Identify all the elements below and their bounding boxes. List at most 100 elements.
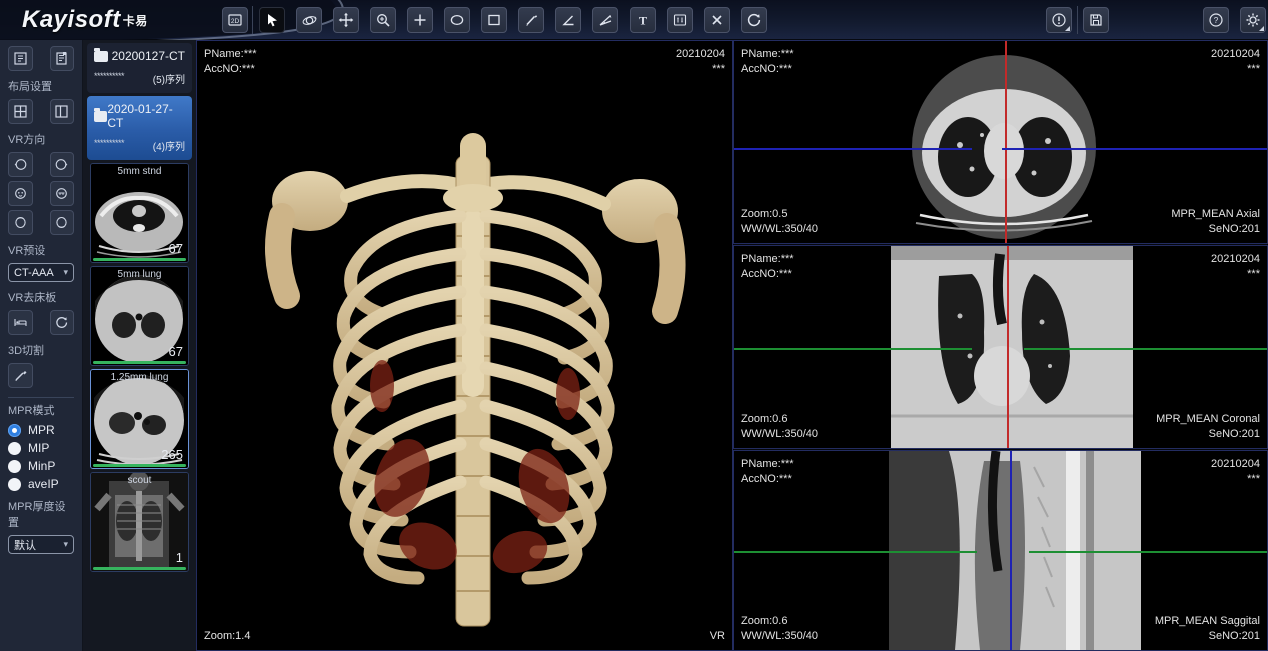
mpr-thickness-select[interactable]: 默认 ▾: [8, 535, 74, 554]
app-logo: Kayisoft卡易: [22, 6, 148, 34]
sagittal-crosshair-vertical-blue[interactable]: [1010, 451, 1012, 650]
radio-label: aveIP: [28, 477, 59, 491]
axial-zoom: Zoom:0.5: [741, 207, 818, 222]
bed-icon: [13, 315, 28, 330]
mpr-axial-viewport[interactable]: PName:*** AccNO:*** 20210204 *** Zoom:0.…: [733, 40, 1268, 244]
series-thumbnail-1-25mm-lung[interactable]: 1.25mm lung 265: [90, 369, 189, 469]
vr-head-right-button[interactable]: [50, 152, 75, 177]
axial-accno: AccNO:***: [741, 62, 794, 77]
study-patient-masked: **********: [94, 138, 124, 153]
axial-crosshair-horizontal-blue-left[interactable]: [734, 148, 972, 150]
sagittal-study-overlay: 20210204 ***: [1211, 457, 1260, 487]
rotate-3d-tool-button[interactable]: [296, 7, 322, 33]
2d-view-tool-button[interactable]: 2D: [222, 7, 248, 33]
cobb-angle-tool-button[interactable]: [592, 7, 618, 33]
vr-head-anterior-button[interactable]: [8, 181, 33, 206]
series-thumbnail-5mm-stnd[interactable]: 5mm stnd 67: [90, 163, 189, 263]
vr-pname: PName:***: [204, 47, 257, 62]
pan-tool-button[interactable]: [333, 7, 359, 33]
mpr-mode-radio-mpr[interactable]: MPR: [8, 423, 74, 437]
thumbnail-label: 1.25mm lung: [91, 372, 188, 383]
scalpel-tool-button[interactable]: [8, 363, 33, 388]
coronal-crosshair-horizontal-green-left[interactable]: [734, 348, 972, 350]
axial-crosshair-vertical-red[interactable]: [1005, 41, 1007, 243]
thumbnail-progress-bar: [93, 258, 186, 261]
pencil-tool-button[interactable]: [518, 7, 544, 33]
layout-1x2-button[interactable]: [50, 99, 75, 124]
study-patient-masked: **********: [94, 71, 124, 86]
axial-patient-overlay: PName:*** AccNO:***: [741, 47, 794, 77]
sagittal-series-overlay: MPR_MEAN Saggital SeNO:201: [1155, 614, 1260, 644]
layout-1x1-button[interactable]: [8, 46, 33, 71]
cursor-tool-button[interactable]: [259, 7, 285, 33]
save-tool-button[interactable]: [1083, 7, 1109, 33]
cursor-icon: [264, 12, 280, 28]
thumbnail-label: scout: [91, 475, 188, 486]
text-tool-button[interactable]: T: [630, 7, 656, 33]
coronal-crosshair-vertical-red[interactable]: [1007, 246, 1009, 448]
series-thumbnail-scout[interactable]: scout 1: [90, 472, 189, 572]
vr-skeleton-rendering: [252, 86, 692, 646]
axial-crosshair-horizontal-blue-right[interactable]: [1002, 148, 1267, 150]
reset-tool-button[interactable]: [741, 7, 767, 33]
ellipse-tool-button[interactable]: [444, 7, 470, 33]
sagittal-crosshair-horizontal-green-left[interactable]: [734, 551, 977, 553]
vr-head-posterior-button[interactable]: [50, 181, 75, 206]
vr-study-overlay: 20210204 ***: [676, 47, 725, 77]
radio-label: MinP: [28, 459, 55, 473]
mpr-mode-radio-aveip[interactable]: aveIP: [8, 477, 74, 491]
mpr-coronal-viewport[interactable]: PName:*** AccNO:*** 20210204 *** Zoom:0.…: [733, 245, 1268, 449]
coronal-series-name: MPR_MEAN Coronal: [1156, 412, 1260, 427]
study-item-20200127[interactable]: 20200127-CT ********** (5)序列: [87, 43, 192, 93]
coronal-crosshair-horizontal-green-right[interactable]: [1024, 348, 1267, 350]
series-thumbnail-5mm-lung[interactable]: 5mm lung 67: [90, 266, 189, 366]
thumbnail-progress-bar: [93, 567, 186, 570]
sagittal-zoom: Zoom:0.6: [741, 614, 818, 629]
remove-bed-button[interactable]: [8, 310, 33, 335]
vr-viewport[interactable]: PName:*** AccNO:*** 20210204 *** Zoom:1.…: [196, 40, 733, 651]
left-sidebar: 布局设置 VR方向 VR预设 CT-AAA ▾: [0, 40, 83, 651]
rectangle-tool-button[interactable]: [481, 7, 507, 33]
settings-tool-button[interactable]: [1240, 7, 1266, 33]
pencil-icon: [523, 12, 539, 28]
axial-zoom-overlay: Zoom:0.5 WW/WL:350/40: [741, 207, 818, 237]
vr-preset-value: CT-AAA: [14, 267, 54, 279]
angle-tool-button[interactable]: [555, 7, 581, 33]
layout-2x2-button[interactable]: [8, 99, 33, 124]
text-icon: T: [635, 12, 651, 28]
delete-icon: [709, 12, 725, 28]
measure-list-tool-button[interactable]: [667, 7, 693, 33]
mpr-sagittal-viewport[interactable]: PName:*** AccNO:*** 20210204 *** Zoom:0.…: [733, 450, 1268, 651]
vr-head-left-button[interactable]: [8, 152, 33, 177]
coronal-zoom: Zoom:0.6: [741, 412, 818, 427]
delete-tool-button[interactable]: [704, 7, 730, 33]
vr-head-superior-button[interactable]: [8, 210, 33, 235]
mpr-mode-radio-mip[interactable]: MIP: [8, 441, 74, 455]
study-title: 2020-01-27-CT: [107, 102, 185, 130]
help-tool-button[interactable]: ?: [1203, 7, 1229, 33]
vr-preset-select[interactable]: CT-AAA ▾: [8, 263, 74, 282]
3d-cut-label: 3D切割: [8, 342, 74, 358]
svg-text:2D: 2D: [231, 18, 240, 25]
vr-head-inferior-button[interactable]: [50, 210, 75, 235]
info-icon: [1051, 12, 1067, 28]
axial-series-name: MPR_MEAN Axial: [1171, 207, 1260, 222]
sagittal-crosshair-horizontal-green-right[interactable]: [1029, 551, 1267, 553]
coronal-series-overlay: MPR_MEAN Coronal SeNO:201: [1156, 412, 1260, 442]
bed-reset-button[interactable]: [50, 310, 75, 335]
zoom-tool-button[interactable]: [370, 7, 396, 33]
crosshair-icon: [412, 12, 428, 28]
thumbnail-label: 5mm lung: [91, 269, 188, 280]
study-item-2020-01-27[interactable]: 2020-01-27-CT ********** (4)序列: [87, 96, 192, 160]
app-logo-cn: 卡易: [123, 14, 148, 28]
2d-view-icon: 2D: [227, 12, 243, 28]
thumbnail-image-count: 67: [169, 241, 183, 256]
layout-report-button[interactable]: [50, 46, 75, 71]
thumbnail-image-count: 265: [161, 447, 183, 462]
mpr-mode-radio-minp[interactable]: MinP: [8, 459, 74, 473]
thumbnail-progress-bar: [93, 464, 186, 467]
crosshair-tool-button[interactable]: [407, 7, 433, 33]
info-tool-button[interactable]: [1046, 7, 1072, 33]
cobb-angle-icon: [597, 12, 614, 29]
sagittal-zoom-overlay: Zoom:0.6 WW/WL:350/40: [741, 614, 818, 644]
